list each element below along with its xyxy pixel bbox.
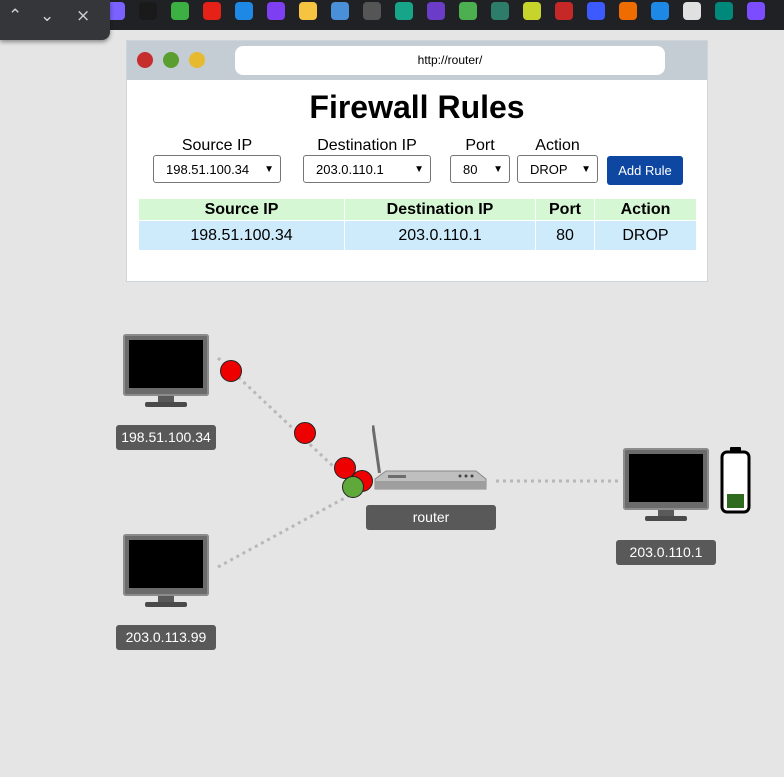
network-links: [216, 356, 618, 569]
allowed-packet: [342, 476, 364, 498]
router-label: router: [366, 505, 496, 530]
host2-computer-icon[interactable]: [123, 534, 209, 610]
host1-label: 198.51.100.34: [116, 425, 216, 450]
host2-label: 203.0.113.99: [116, 625, 216, 650]
server-computer-icon[interactable]: [623, 448, 709, 524]
battery-level-fill: [727, 494, 744, 508]
host1-computer-icon[interactable]: [123, 334, 209, 410]
monitor-screen: [629, 454, 703, 502]
blocked-packet: [220, 360, 242, 382]
monitor-base: [145, 602, 187, 607]
monitor-base: [145, 402, 187, 407]
link-host2-router: [217, 492, 353, 569]
monitor-screen: [129, 340, 203, 388]
monitor-screen: [129, 540, 203, 588]
router-icon[interactable]: [372, 425, 490, 495]
blocked-packet: [294, 422, 316, 444]
battery-icon: [720, 447, 751, 514]
monitor-base: [645, 516, 687, 521]
server-label: 203.0.110.1: [616, 540, 716, 565]
